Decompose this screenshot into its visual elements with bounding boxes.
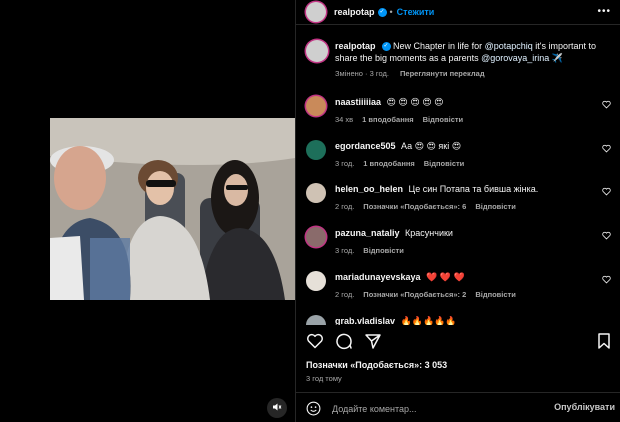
comment-meta: 2 год. Позначки «Подобається»: 6 Відповіст… — [335, 202, 525, 211]
likes-count[interactable]: Позначки «Подобається»: 3 053 — [306, 360, 447, 370]
comment-likes[interactable]: Позначки «Подобається»: 6 — [363, 202, 466, 211]
comment-composer: Опублікувати — [296, 392, 620, 422]
speaker-mute-icon — [272, 399, 282, 417]
heart-icon[interactable] — [602, 275, 611, 284]
comments-list[interactable]: realpotap ✓ New Chapter in life for @pota… — [296, 28, 620, 325]
comment-time[interactable]: 3 год. — [335, 159, 354, 168]
heart-icon[interactable] — [602, 144, 611, 153]
heart-icon[interactable] — [602, 231, 611, 240]
heart-icon[interactable] — [602, 100, 611, 109]
author-username[interactable]: realpotap — [334, 7, 375, 17]
bookmark-save-icon[interactable] — [595, 332, 613, 350]
mute-button[interactable] — [267, 398, 287, 418]
comment-bubble-icon[interactable] — [335, 332, 353, 350]
caption-verified-icon: ✓ — [381, 42, 391, 52]
comment-username[interactable]: naastiiiiiaa — [335, 97, 381, 107]
caption-text-before: New Chapter in life for — [393, 41, 483, 51]
comment-time[interactable]: 3 год. — [335, 246, 354, 255]
caption-edited: Змінено · 3 год. — [335, 69, 389, 78]
comment-username[interactable]: helen_oo_helen — [335, 184, 403, 194]
post-photo[interactable] — [50, 118, 295, 300]
reply-button[interactable]: Відповісти — [475, 202, 516, 211]
comment-likes[interactable]: Позначки «Подобається»: 2 — [363, 290, 466, 299]
comment-text: ❤️ ❤️ ❤️ — [426, 272, 465, 282]
comment-likes[interactable]: 1 вподобання — [363, 159, 414, 168]
comment-avatar[interactable] — [306, 315, 326, 325]
caption-mention-potapchiq[interactable]: @potapchiq — [485, 41, 533, 51]
reply-button[interactable]: Відповісти — [424, 159, 465, 168]
caption-mention-gorovaya[interactable]: @gorovaya_irina — [481, 53, 549, 63]
comment-text: 🔥🔥🔥🔥🔥 — [400, 316, 457, 325]
verified-badge-icon: ✓ — [377, 7, 387, 17]
comment-username[interactable]: pazuna_nataliy — [335, 228, 400, 238]
author-avatar[interactable] — [306, 2, 326, 22]
comment-username[interactable]: mariadunayevskaya — [335, 272, 421, 282]
caption-username[interactable]: realpotap — [335, 41, 376, 51]
post-action-bar — [306, 332, 611, 350]
post-comment-button[interactable]: Опублікувати — [554, 402, 615, 412]
more-options-icon[interactable]: ••• — [597, 6, 611, 17]
emoji-icon[interactable] — [306, 401, 321, 416]
comment-avatar[interactable] — [306, 271, 326, 291]
comment-input[interactable] — [332, 402, 542, 416]
caption-author-avatar[interactable] — [306, 40, 328, 62]
comment-time[interactable]: 2 год. — [335, 202, 354, 211]
comment-avatar[interactable] — [306, 183, 326, 203]
post-media-pane — [0, 0, 295, 422]
comment-time[interactable]: 2 год. — [335, 290, 354, 299]
like-heart-icon[interactable] — [306, 332, 324, 350]
post-header: realpotap ✓ • Стежити ••• — [296, 0, 620, 25]
airplane-emoji: ✈️ — [551, 53, 564, 63]
post-side-panel: realpotap ✓ • Стежити ••• realpotap ✓ New… — [295, 0, 620, 422]
see-translation-link[interactable]: Переглянути переклад — [400, 69, 485, 78]
reply-button[interactable]: Відповісти — [363, 246, 404, 255]
share-send-icon[interactable] — [364, 332, 382, 350]
post-time-ago[interactable]: 3 год тому — [306, 374, 342, 383]
comment-likes[interactable]: 1 вподобання — [362, 115, 413, 124]
caption-text: realpotap ✓ New Chapter in life for @pota… — [335, 40, 605, 64]
follow-button[interactable]: Стежити — [397, 7, 435, 17]
comment-username[interactable]: grab.vladislav — [335, 316, 395, 325]
comment-meta: 3 год. 1 вподобання Відповісти — [335, 159, 473, 168]
comment-text: 😍 😍 😍 😍 😍 — [386, 97, 444, 107]
comment-time[interactable]: 34 хв — [335, 115, 353, 124]
comment-text: Красунчики — [405, 228, 453, 238]
comment-meta: 34 хв 1 вподобання Відповісти — [335, 115, 472, 124]
comment-avatar[interactable] — [306, 140, 326, 160]
reply-button[interactable]: Відповісти — [423, 115, 464, 124]
comment-username[interactable]: egordance505 — [335, 141, 396, 151]
comment-text: Аа 😍 😍 які 😍 — [401, 141, 462, 151]
comment-text: Це син Потапа та бивша жінка. — [408, 184, 539, 194]
reply-button[interactable]: Відповісти — [475, 290, 516, 299]
comment-meta: 3 год. Відповісти — [335, 246, 413, 255]
heart-icon[interactable] — [602, 187, 611, 196]
comment-avatar[interactable] — [306, 227, 326, 247]
comment-avatar[interactable] — [306, 96, 326, 116]
caption-meta: Змінено · 3 год. Переглянути переклад — [335, 69, 494, 78]
comment-meta: 2 год. Позначки «Подобається»: 2 Відповіст… — [335, 290, 525, 299]
header-separator: • — [389, 7, 393, 17]
